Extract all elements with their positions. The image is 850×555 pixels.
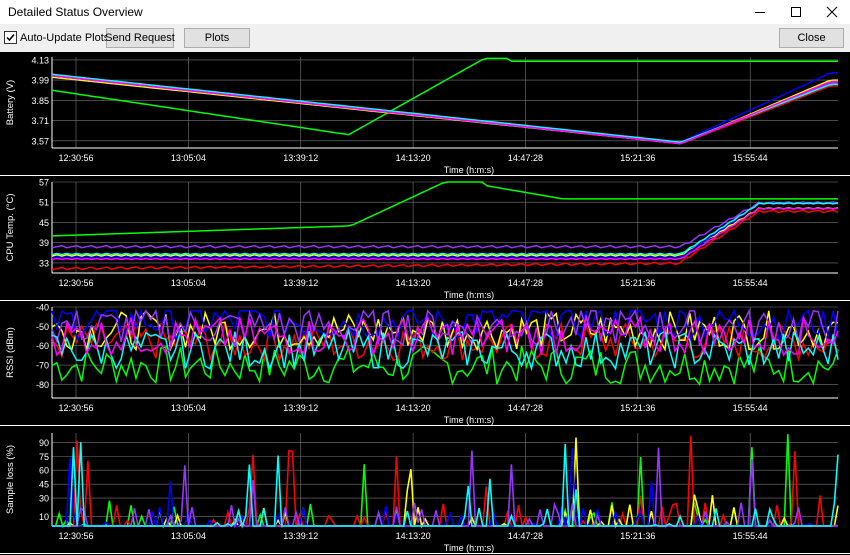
y-tick-label: 10 xyxy=(39,512,49,522)
y-tick-label: 3.99 xyxy=(31,76,49,86)
x-tick-label: 14:13:20 xyxy=(396,531,431,541)
series-line xyxy=(51,201,839,249)
x-tick-label: 14:47:28 xyxy=(508,531,543,541)
y-tick-label: 57 xyxy=(39,178,49,188)
x-tick-label: 13:05:04 xyxy=(171,278,206,288)
y-tick-label: 3.57 xyxy=(31,136,49,146)
x-tick-label: 12:30:56 xyxy=(58,403,93,413)
y-tick-label: 30 xyxy=(39,494,49,504)
plots-button[interactable]: Plots xyxy=(184,28,250,48)
x-tick-label: 14:47:28 xyxy=(508,403,543,413)
x-tick-label: 12:30:56 xyxy=(58,153,93,163)
x-tick-label: 14:47:28 xyxy=(508,153,543,163)
y-tick-label: -70 xyxy=(36,361,49,371)
plots-area: 4.13 3.99 3.85 3.71 3.57 12:30:56 13:05:04 13:3… xyxy=(0,52,850,555)
x-tick-label: 15:55:44 xyxy=(733,403,768,413)
y-axis-label: Battery (V) xyxy=(5,80,16,125)
series-line xyxy=(51,202,839,259)
series-line xyxy=(51,75,838,145)
x-tick-label: 13:39:12 xyxy=(283,531,318,541)
x-tick-label: 13:05:04 xyxy=(171,403,206,413)
y-tick-label: 75 xyxy=(39,452,49,462)
series-line xyxy=(52,435,838,530)
y-tick-label: -60 xyxy=(36,341,49,351)
x-tick-label: 14:13:20 xyxy=(396,403,431,413)
x-tick-label: 15:55:44 xyxy=(733,531,768,541)
x-axis-label: Time (h:m:s) xyxy=(444,290,494,300)
close-button[interactable]: Close xyxy=(779,28,844,48)
y-axis-label: CPU Temp. (°C) xyxy=(5,193,16,261)
auto-update-label: Auto-Update Plots xyxy=(20,32,110,44)
x-tick-label: 15:21:36 xyxy=(620,531,655,541)
maximize-icon xyxy=(791,7,801,17)
x-tick-label: 12:30:56 xyxy=(58,278,93,288)
y-tick-label: 45 xyxy=(39,480,49,490)
maximize-button[interactable] xyxy=(778,0,814,24)
x-tick-label: 15:21:36 xyxy=(620,153,655,163)
x-tick-label: 12:30:56 xyxy=(58,531,93,541)
x-tick-label: 13:05:04 xyxy=(171,531,206,541)
y-tick-label: 33 xyxy=(39,258,49,268)
x-tick-label: 14:13:20 xyxy=(396,153,431,163)
close-icon xyxy=(826,6,838,18)
x-tick-label: 13:05:04 xyxy=(171,153,206,163)
y-tick-label: 90 xyxy=(39,438,49,448)
rssi-chart: -40 -50 -60 -70 -80 12:30:56 13:05:04 13:39:12 1… xyxy=(0,303,850,426)
x-tick-label: 14:13:20 xyxy=(396,278,431,288)
series-line xyxy=(51,209,839,271)
y-tick-label: 39 xyxy=(39,238,49,248)
y-tick-label: 45 xyxy=(39,218,49,228)
x-tick-label: 13:39:12 xyxy=(283,278,318,288)
x-axis-label: Time (h:m:s) xyxy=(444,165,494,175)
y-tick-label: -80 xyxy=(36,380,49,390)
x-tick-label: 14:47:28 xyxy=(508,278,543,288)
y-axis-label: Sample loss (%) xyxy=(5,445,16,514)
y-tick-label: 4.13 xyxy=(31,55,49,65)
minimize-button[interactable] xyxy=(742,0,778,24)
send-request-button[interactable]: Send Request xyxy=(105,28,175,48)
x-axis-label: Time (h:m:s) xyxy=(444,415,494,425)
y-tick-label: 3.71 xyxy=(31,116,49,126)
series-line xyxy=(51,207,839,261)
title-bar: Detailed Status Overview xyxy=(0,0,850,24)
x-tick-label: 15:21:36 xyxy=(620,278,655,288)
y-axis-label: RSSI (dBm) xyxy=(5,327,16,378)
minimize-icon xyxy=(755,12,765,13)
x-tick-label: 13:39:12 xyxy=(283,153,318,163)
series-line xyxy=(51,73,838,145)
y-tick-label: -40 xyxy=(36,303,49,313)
x-tick-label: 15:55:44 xyxy=(733,153,768,163)
auto-update-checkbox[interactable] xyxy=(4,31,17,44)
y-tick-label: -50 xyxy=(36,322,49,332)
y-tick-label: 60 xyxy=(39,466,49,476)
cpu-temp-chart: 57 51 45 39 33 12:30:56 13:05:04 13:39:12 14:13:… xyxy=(0,178,850,301)
close-window-button[interactable] xyxy=(814,0,850,24)
x-tick-label: 13:39:12 xyxy=(283,403,318,413)
y-tick-label: 3.85 xyxy=(31,96,49,106)
y-tick-label: 51 xyxy=(39,198,49,208)
checkmark-icon xyxy=(6,34,15,42)
x-tick-label: 15:21:36 xyxy=(620,403,655,413)
x-tick-label: 15:55:44 xyxy=(733,278,768,288)
sample-loss-chart: 90 75 60 45 30 10 12:30:56 13:05:04 13:39:12 14:1… xyxy=(0,433,850,554)
battery-chart: 4.13 3.99 3.85 3.71 3.57 12:30:56 13:05:04 13:3… xyxy=(0,55,850,176)
x-axis-label: Time (h:m:s) xyxy=(444,543,494,553)
series-line xyxy=(51,75,838,145)
window-title: Detailed Status Overview xyxy=(8,5,143,19)
